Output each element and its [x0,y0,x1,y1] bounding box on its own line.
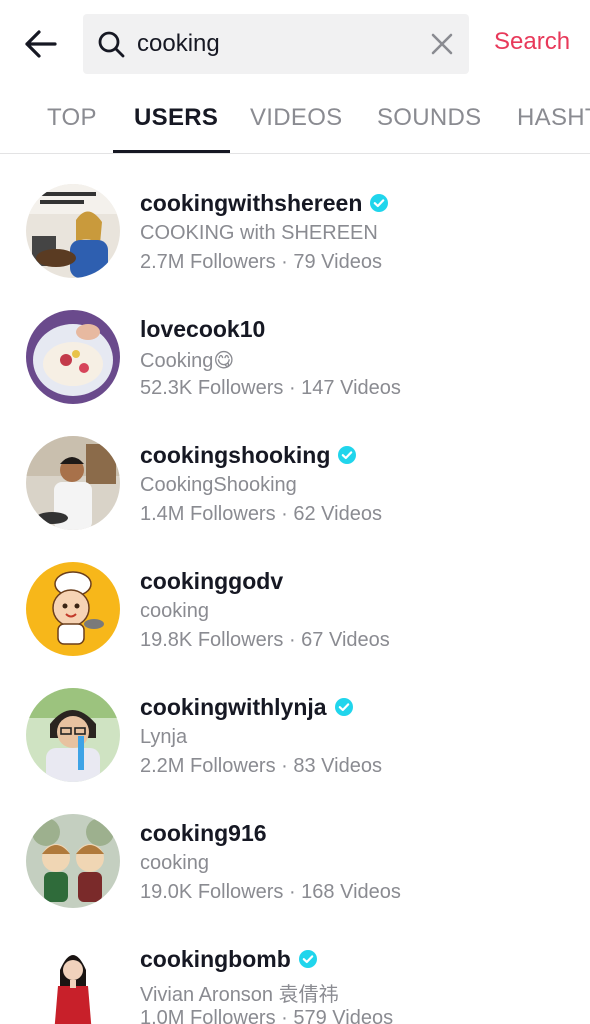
close-icon [431,33,453,55]
user-info: cookingbomb Vivian Aronson 袁倩祎 1.0M Foll… [140,944,580,1024]
search-icon [98,31,125,58]
user-stats: 19.0K Followers · 168 Videos [140,881,401,903]
display-name: Vivian Aronson 袁倩祎 [140,984,339,1006]
avatar [26,436,120,530]
avatar [26,310,120,404]
result-tabs: TOP USERS VIDEOS SOUNDS HASHT [0,94,590,154]
clear-search-button[interactable] [427,29,457,59]
user-info: lovecook10 Cooking😋 52.3K Followers · 14… [140,314,580,405]
arrow-left-icon [25,30,57,58]
user-info: cookingwithshereen COOKING with SHEREEN … [140,188,580,279]
user-stats: 19.8K Followers · 67 Videos [140,629,390,651]
user-info: cookinggodv cooking 19.8K Followers · 67… [140,566,580,657]
username: cookingbomb [140,945,291,972]
avatar [26,814,120,908]
tab-videos[interactable]: VIDEOS [250,104,343,132]
user-info: cooking916 cooking 19.0K Followers · 168… [140,818,580,909]
search-header: Search [0,0,590,88]
tab-hashtags[interactable]: HASHT [517,104,590,132]
search-button[interactable]: Search [494,28,570,56]
user-stats: 2.2M Followers · 83 Videos [140,755,382,777]
display-name: cooking [140,600,209,622]
tab-sounds[interactable]: SOUNDS [377,104,481,132]
avatar [26,562,120,656]
username: cookingwithshereen [140,189,363,216]
username: cookingwithlynja [140,693,327,720]
verified-badge-icon [298,950,317,968]
verified-badge-icon [370,194,389,212]
user-row[interactable]: cookingwithshereen COOKING with SHEREEN … [0,160,590,286]
tab-users[interactable]: USERS [134,104,218,132]
user-row[interactable]: lovecook10 Cooking😋 52.3K Followers · 14… [0,286,590,412]
user-row[interactable]: cookingshooking CookingShooking 1.4M Fol… [0,412,590,538]
avatar [26,184,120,278]
username: cooking916 [140,819,267,846]
user-info: cookingshooking CookingShooking 1.4M Fol… [140,440,580,531]
username: lovecook10 [140,315,266,342]
user-row[interactable]: cooking916 cooking 19.0K Followers · 168… [0,790,590,916]
display-name: cooking [140,852,209,874]
verified-badge-icon [338,446,357,464]
search-box [83,14,469,74]
display-name: COOKING with SHEREEN [140,222,378,244]
username: cookingshooking [140,441,331,468]
user-stats: 52.3K Followers · 147 Videos [140,377,401,399]
user-row[interactable]: cookingbomb Vivian Aronson 袁倩祎 1.0M Foll… [0,916,590,1024]
display-name: Cooking😋 [140,350,235,372]
user-stats: 1.4M Followers · 62 Videos [140,503,382,525]
username: cookinggodv [140,567,284,594]
back-button[interactable] [18,22,62,66]
tab-top[interactable]: TOP [47,104,97,132]
active-tab-indicator [113,150,230,153]
user-info: cookingwithlynja Lynja 2.2M Followers · … [140,692,580,783]
display-name: Lynja [140,726,188,748]
verified-badge-icon [334,698,353,716]
user-row[interactable]: cookingwithlynja Lynja 2.2M Followers · … [0,664,590,790]
search-input[interactable] [137,24,417,64]
user-stats: 1.0M Followers · 579 Videos [140,1007,394,1024]
user-stats: 2.7M Followers · 79 Videos [140,251,382,273]
display-name: CookingShooking [140,474,297,496]
avatar [26,688,120,782]
avatar [26,940,120,1024]
user-row[interactable]: cookinggodv cooking 19.8K Followers · 67… [0,538,590,664]
